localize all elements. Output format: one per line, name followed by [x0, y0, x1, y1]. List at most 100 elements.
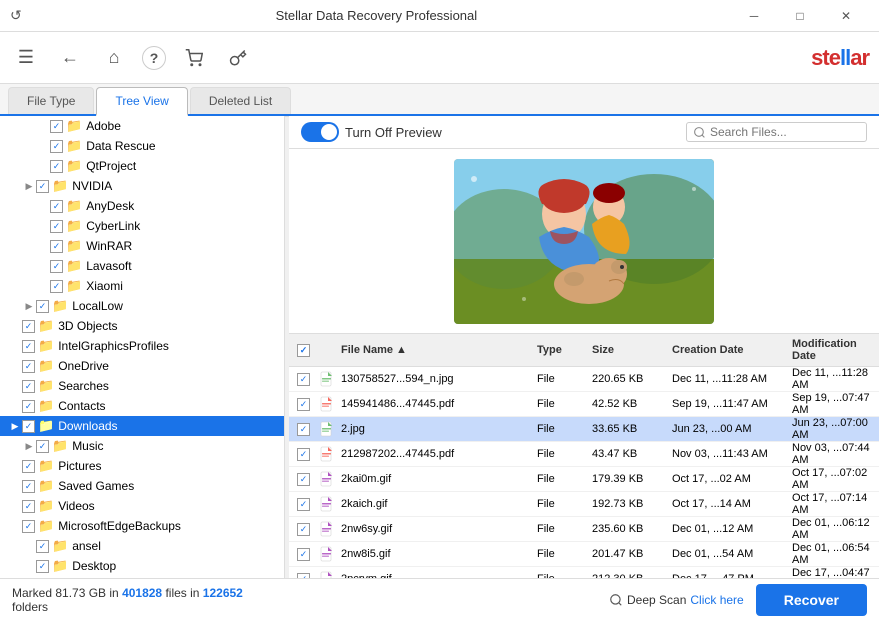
row-check[interactable]: ✓	[289, 573, 317, 579]
sidebar-item-xiaomi[interactable]: ✓📁Xiaomi	[0, 276, 284, 296]
row-check[interactable]: ✓	[289, 473, 317, 486]
sidebar-item-music[interactable]: ▶✓📁Music	[0, 436, 284, 456]
row-check[interactable]: ✓	[289, 398, 317, 411]
home-button[interactable]: ⌂	[98, 42, 130, 74]
toggle-control[interactable]	[301, 122, 339, 142]
tree-item-checkbox[interactable]: ✓	[22, 480, 35, 493]
sidebar-item-saved-games[interactable]: ✓📁Saved Games	[0, 476, 284, 496]
file-checkbox[interactable]: ✓	[297, 573, 310, 579]
back-button[interactable]: ←	[54, 42, 86, 74]
tree-item-checkbox[interactable]: ✓	[36, 560, 49, 573]
sidebar-item-pictures[interactable]: ✓📁Pictures	[0, 456, 284, 476]
maximize-button[interactable]: □	[777, 0, 823, 32]
sidebar-item-intelgraphicsprofiles[interactable]: ✓📁IntelGraphicsProfiles	[0, 336, 284, 356]
file-row[interactable]: ✓ 2pcrym.gif File 212.30 KB Dec 17, ...4…	[289, 567, 879, 578]
tree-item-checkbox[interactable]: ✓	[36, 540, 49, 553]
row-check[interactable]: ✓	[289, 498, 317, 511]
tree-item-checkbox[interactable]: ✓	[22, 320, 35, 333]
sidebar-item-onedrive[interactable]: ✓📁OneDrive	[0, 356, 284, 376]
file-row[interactable]: ✓ 145941486...47445.pdf File 42.52 KB Se…	[289, 392, 879, 417]
tree-item-checkbox[interactable]: ✓	[50, 140, 63, 153]
tree-item-checkbox[interactable]: ✓	[22, 460, 35, 473]
sidebar-item-winrar[interactable]: ✓📁WinRAR	[0, 236, 284, 256]
file-checkbox[interactable]: ✓	[297, 473, 310, 486]
close-button[interactable]: ✕	[823, 0, 869, 32]
tab-tree-view[interactable]: Tree View	[96, 87, 187, 116]
row-check[interactable]: ✓	[289, 448, 317, 461]
file-row[interactable]: ✓ 130758527...594_n.jpg File 220.65 KB D…	[289, 367, 879, 392]
sidebar-item-searches[interactable]: ✓📁Searches	[0, 376, 284, 396]
sidebar-item-locallow[interactable]: ▶✓📁LocalLow	[0, 296, 284, 316]
header-filename[interactable]: File Name ▲	[337, 344, 537, 356]
file-checkbox[interactable]: ✓	[297, 498, 310, 511]
sidebar-item-data-rescue[interactable]: ✓📁Data Rescue	[0, 136, 284, 156]
tree-item-checkbox[interactable]: ✓	[50, 160, 63, 173]
file-row[interactable]: ✓ 2.jpg File 33.65 KB Jun 23, ...00 AM J…	[289, 417, 879, 442]
row-check[interactable]: ✓	[289, 373, 317, 386]
file-row[interactable]: ✓ 2kaich.gif File 192.73 KB Oct 17, ...1…	[289, 492, 879, 517]
header-modification-date[interactable]: Modification Date	[792, 338, 879, 362]
sidebar-item-microsoftedgebackups[interactable]: ✓📁MicrosoftEdgeBackups	[0, 516, 284, 536]
deep-scan-link[interactable]: Click here	[690, 593, 743, 607]
tree-item-checkbox[interactable]: ✓	[22, 380, 35, 393]
menu-button[interactable]: ☰	[10, 42, 42, 74]
header-creation-date[interactable]: Creation Date	[672, 344, 792, 356]
tree-item-checkbox[interactable]: ✓	[50, 220, 63, 233]
help-button[interactable]: ?	[142, 46, 166, 70]
cart-button[interactable]	[178, 42, 210, 74]
sidebar-item-contacts[interactable]: ✓📁Contacts	[0, 396, 284, 416]
select-all-checkbox[interactable]: ✓	[297, 344, 310, 357]
tree-item-checkbox[interactable]: ✓	[36, 300, 49, 313]
tree-item-checkbox[interactable]: ✓	[22, 500, 35, 513]
sidebar-item-documents[interactable]: ✓📁Documents	[0, 576, 284, 578]
file-icon-jpg	[320, 371, 334, 387]
sidebar-item-3d-objects[interactable]: ✓📁3D Objects	[0, 316, 284, 336]
sidebar-item-qtproject[interactable]: ✓📁QtProject	[0, 156, 284, 176]
tree-item-checkbox[interactable]: ✓	[50, 240, 63, 253]
search-input[interactable]	[710, 125, 860, 139]
file-row[interactable]: ✓ 2nw8i5.gif File 201.47 KB Dec 01, ...5…	[289, 542, 879, 567]
preview-toggle-switch[interactable]: Turn Off Preview	[301, 122, 442, 142]
tree-item-checkbox[interactable]: ✓	[22, 420, 35, 433]
file-checkbox[interactable]: ✓	[297, 398, 310, 411]
tree-item-checkbox[interactable]: ✓	[50, 280, 63, 293]
file-checkbox[interactable]: ✓	[297, 373, 310, 386]
sidebar-item-cyberlink[interactable]: ✓📁CyberLink	[0, 216, 284, 236]
file-row[interactable]: ✓ 2nw6sy.gif File 235.60 KB Dec 01, ...1…	[289, 517, 879, 542]
row-check[interactable]: ✓	[289, 523, 317, 536]
tree-item-checkbox[interactable]: ✓	[22, 360, 35, 373]
tree-item-checkbox[interactable]: ✓	[50, 200, 63, 213]
sidebar-item-anydesk[interactable]: ✓📁AnyDesk	[0, 196, 284, 216]
sidebar-item-lavasoft[interactable]: ✓📁Lavasoft	[0, 256, 284, 276]
tab-deleted-list[interactable]: Deleted List	[190, 87, 291, 114]
expand-icon	[36, 159, 50, 173]
sidebar-item-downloads[interactable]: ▶✓📁Downloads	[0, 416, 284, 436]
tab-file-type[interactable]: File Type	[8, 87, 94, 114]
tree-item-checkbox[interactable]: ✓	[22, 340, 35, 353]
header-size[interactable]: Size	[592, 344, 672, 356]
row-check[interactable]: ✓	[289, 423, 317, 436]
sidebar-item-nvidia[interactable]: ▶✓📁NVIDIA	[0, 176, 284, 196]
header-type[interactable]: Type	[537, 344, 592, 356]
tree-item-checkbox[interactable]: ✓	[36, 180, 49, 193]
recover-button[interactable]: Recover	[756, 584, 867, 616]
sidebar-item-videos[interactable]: ✓📁Videos	[0, 496, 284, 516]
sidebar-item-ansel[interactable]: ✓📁ansel	[0, 536, 284, 556]
file-checkbox[interactable]: ✓	[297, 548, 310, 561]
file-checkbox[interactable]: ✓	[297, 423, 310, 436]
key-button[interactable]	[222, 42, 254, 74]
tree-item-checkbox[interactable]: ✓	[22, 520, 35, 533]
tree-item-checkbox[interactable]: ✓	[50, 120, 63, 133]
file-row[interactable]: ✓ 212987202...47445.pdf File 43.47 KB No…	[289, 442, 879, 467]
tree-item-checkbox[interactable]: ✓	[22, 400, 35, 413]
row-check[interactable]: ✓	[289, 548, 317, 561]
tree-item-checkbox[interactable]: ✓	[50, 260, 63, 273]
file-checkbox[interactable]: ✓	[297, 523, 310, 536]
sidebar-item-desktop[interactable]: ✓📁Desktop	[0, 556, 284, 576]
sidebar-item-adobe[interactable]: ✓📁Adobe	[0, 116, 284, 136]
file-row[interactable]: ✓ 2kai0m.gif File 179.39 KB Oct 17, ...0…	[289, 467, 879, 492]
file-checkbox[interactable]: ✓	[297, 448, 310, 461]
search-box[interactable]	[686, 122, 867, 142]
minimize-button[interactable]: ─	[731, 0, 777, 32]
tree-item-checkbox[interactable]: ✓	[36, 440, 49, 453]
